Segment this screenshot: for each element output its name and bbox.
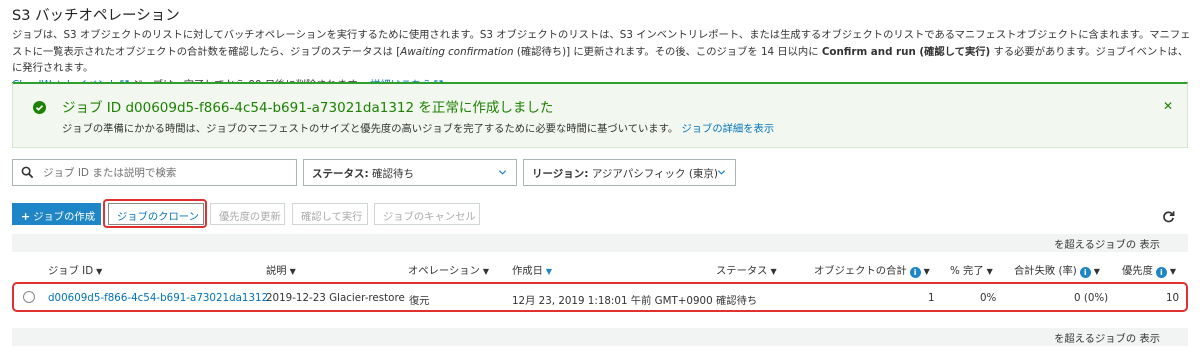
pagination-bar-top: を超えるジョブの 表示 — [12, 234, 1188, 252]
cell-description: 2019-12-23 Glacier-restore — [266, 292, 405, 304]
job-id-link[interactable]: d00609d5-f866-4c54-b691-a73021da1312 — [48, 292, 268, 304]
col-job-id-label: ジョブ ID — [48, 265, 94, 277]
refresh-icon[interactable] — [1162, 210, 1175, 223]
search-box — [12, 159, 297, 186]
desc-text-2: (確認待ち)] に更新されます。その後、このジョブを 14 日以内に — [513, 45, 822, 58]
search-input[interactable] — [43, 164, 291, 182]
more-jobs-label[interactable]: を超えるジョブの 表示 — [1054, 236, 1160, 251]
col-total-objects[interactable]: オブジェクトの合計 i ▼ — [814, 262, 930, 278]
cancel-job-button[interactable]: ジョブのキャンセル — [374, 203, 480, 225]
info-icon[interactable]: i — [909, 267, 921, 278]
table-row[interactable]: d00609d5-f866-4c54-b691-a73021da1312 201… — [12, 282, 1188, 312]
info-icon[interactable]: i — [1155, 267, 1167, 278]
sort-down-icon: ▼ — [770, 267, 777, 276]
region-filter-dropdown[interactable]: リージョン: アジアパシフィック (東京) — [523, 159, 736, 186]
cell-operation: 復元 — [409, 295, 430, 307]
col-operation-label: オペレーション — [408, 265, 480, 277]
col-description-label: 説明 — [266, 265, 287, 277]
sort-down-icon: ▼ — [96, 267, 103, 276]
status-filter-label: ステータス: — [312, 168, 369, 180]
more-jobs-label[interactable]: を超えるジョブの 表示 — [1054, 330, 1160, 345]
table-header: ジョブ ID ▼ 説明 ▼ オペレーション ▼ 作成日 ▼ ステータス ▼ オブジェクトの… — [12, 256, 1188, 280]
create-job-label: ジョブの作成 — [33, 211, 95, 223]
check-circle-icon — [33, 101, 46, 114]
update-priority-button[interactable]: 優先度の更新 — [210, 203, 285, 225]
col-created-label: 作成日 — [512, 265, 543, 277]
region-filter-label: リージョン: — [532, 168, 589, 180]
sort-down-icon: ▼ — [1093, 267, 1100, 276]
cell-total-objects: 1 — [928, 292, 935, 304]
cell-total-failures: 0 (0%) — [1074, 292, 1109, 304]
col-total-objects-label: オブジェクトの合計 — [814, 265, 907, 277]
col-status-label: ステータス — [716, 265, 768, 277]
cell-status: 確認待ち — [716, 295, 758, 307]
col-description[interactable]: 説明 ▼ — [266, 262, 296, 277]
desc-status-italic: Awaiting confirmation — [400, 45, 514, 58]
row-select-radio[interactable] — [23, 291, 35, 303]
status-filter-value: 確認待ち — [372, 168, 415, 180]
col-created[interactable]: 作成日 ▼ — [512, 262, 552, 277]
col-total-failures-label: 合計失敗 (率) — [1014, 265, 1077, 277]
col-pct-complete-label: % 完了 — [950, 265, 984, 277]
sort-down-icon: ▼ — [482, 267, 490, 276]
chevron-down-icon — [717, 170, 726, 175]
flash-body-text: ジョブの準備にかかる時間は、ジョブのマニフェストのサイズと優先度の高いジョブを完… — [62, 123, 679, 135]
sort-down-icon: ▼ — [1169, 267, 1177, 276]
search-icon — [21, 166, 34, 179]
col-job-id[interactable]: ジョブ ID ▼ — [48, 262, 102, 277]
confirm-run-button[interactable]: 確認して実行 — [292, 203, 368, 225]
status-filter-dropdown[interactable]: ステータス: 確認待ち — [303, 159, 517, 186]
sort-down-icon: ▼ — [289, 267, 296, 276]
clone-job-button[interactable]: ジョブのクローン — [108, 203, 204, 225]
col-priority[interactable]: 優先度 i ▼ — [1122, 262, 1176, 278]
info-icon[interactable]: i — [1079, 267, 1091, 278]
job-details-link[interactable]: ジョブの詳細を表示 — [681, 123, 774, 135]
desc-bold: Confirm and run (確認して実行) — [821, 45, 991, 58]
col-status[interactable]: ステータス ▼ — [716, 262, 777, 277]
sort-down-icon: ▼ — [923, 267, 930, 276]
cell-priority: 10 — [1166, 292, 1180, 304]
sort-down-icon: ▼ — [986, 267, 993, 276]
region-filter-value: アジアパシフィック (東京) — [591, 168, 719, 180]
col-operation[interactable]: オペレーション ▼ — [408, 262, 489, 277]
success-flash: ジョブ ID d00609d5-f866-4c54-b691-a73021da1… — [12, 82, 1188, 148]
page-title: S3 バッチオペレーション — [12, 8, 180, 24]
col-priority-label: 優先度 — [1122, 265, 1153, 277]
col-pct-complete[interactable]: % 完了 ▼ — [950, 262, 993, 277]
sort-active-icon: ▼ — [545, 267, 553, 276]
pagination-bar-bottom: を超えるジョブの 表示 — [12, 328, 1188, 346]
flash-body: ジョブの準備にかかる時間は、ジョブのマニフェストのサイズと優先度の高いジョブを完… — [62, 120, 774, 135]
cell-pct-complete: 0% — [980, 292, 997, 304]
plus-icon: + — [21, 210, 31, 223]
cell-created: 12月 23, 2019 1:18:01 午前 GMT+0900 — [512, 295, 713, 307]
chevron-down-icon — [498, 170, 507, 175]
col-total-failures[interactable]: 合計失敗 (率) i ▼ — [1014, 262, 1100, 278]
close-icon[interactable]: ✕ — [1163, 99, 1173, 113]
flash-title: ジョブ ID d00609d5-f866-4c54-b691-a73021da1… — [62, 100, 554, 116]
create-job-button[interactable]: + ジョブの作成 — [12, 203, 101, 225]
